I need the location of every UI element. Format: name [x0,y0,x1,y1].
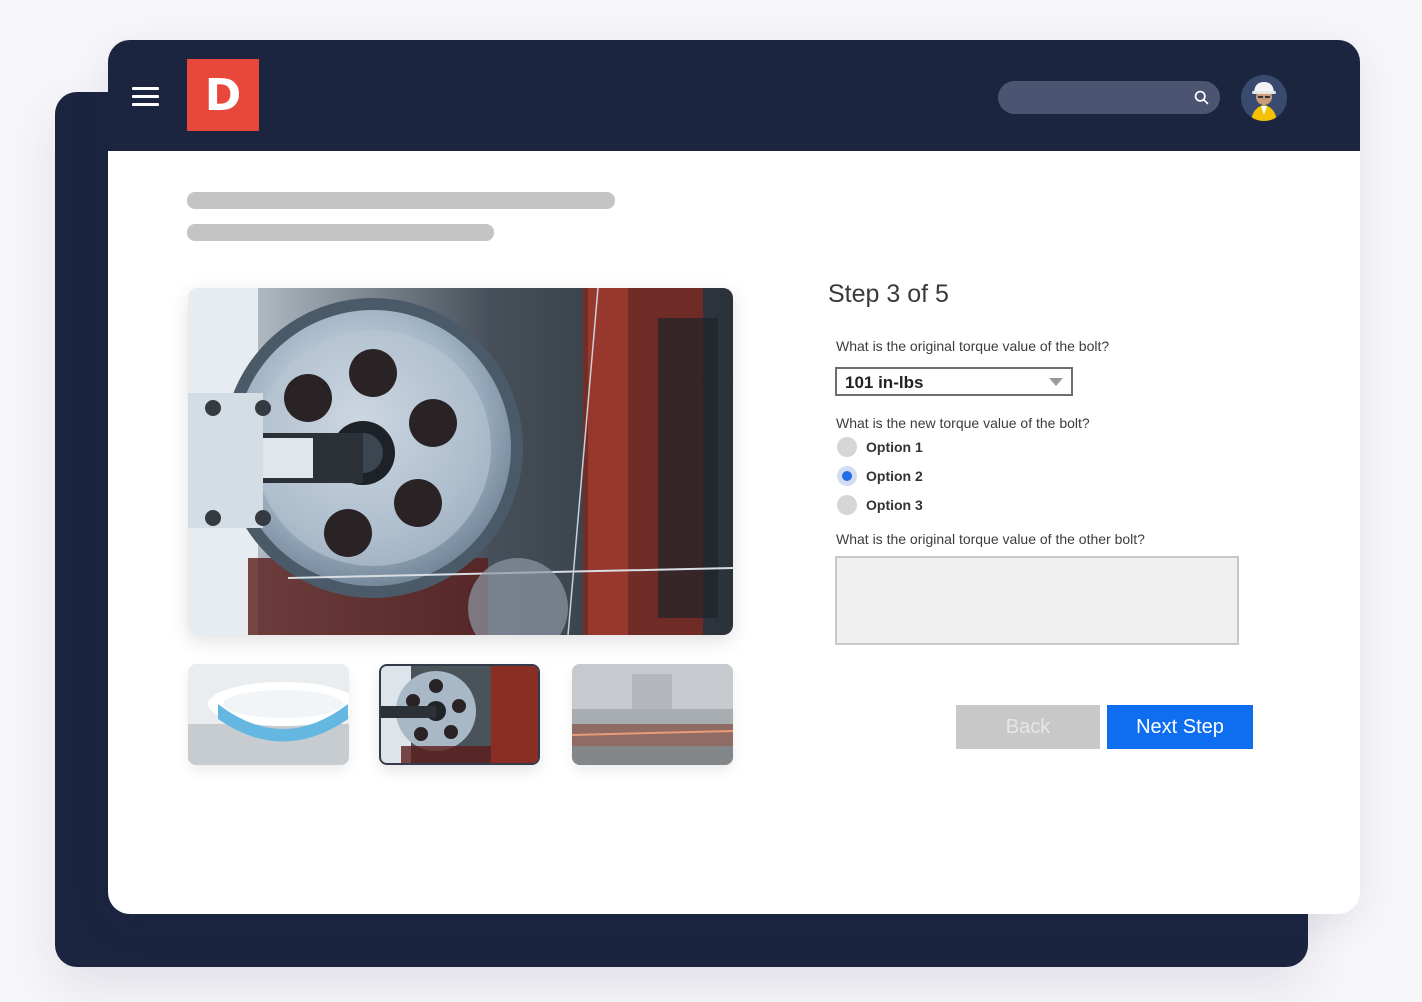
title-placeholder-line [187,192,615,209]
back-button[interactable]: Back [956,705,1100,749]
radio-option-2[interactable]: Option 2 [837,465,923,487]
question-original-torque-label: What is the original torque value of the… [836,338,1110,354]
radio-button[interactable] [837,495,857,515]
logo-text: D [204,69,242,121]
radio-label: Option 3 [866,497,923,513]
radio-label: Option 2 [866,468,923,484]
top-bar: D [108,40,1360,151]
radio-label: Option 1 [866,439,923,455]
next-step-button[interactable]: Next Step [1107,705,1253,749]
question-new-torque-label: What is the new torque value of the bolt… [836,415,1090,431]
step-indicator: Step 3 of 5 [828,280,949,308]
radio-option-3[interactable]: Option 3 [837,494,923,516]
radio-button[interactable] [837,437,857,457]
logo[interactable]: D [187,59,259,131]
thumbnail-3[interactable] [572,664,733,765]
search-input[interactable] [998,81,1220,114]
select-value: 101 in-lbs [845,373,924,392]
avatar[interactable] [1241,75,1287,121]
question-other-bolt-label: What is the original torque value of the… [836,531,1145,547]
search-icon[interactable] [1193,89,1210,106]
original-torque-select[interactable]: 101 in-lbs [835,367,1073,396]
thumbnail-1[interactable] [188,664,349,765]
subtitle-placeholder-line [187,224,494,241]
radio-button-selected[interactable] [837,466,857,486]
thumbnail-2[interactable] [379,664,540,765]
chevron-down-icon [1049,378,1063,386]
app-window: D Step 3 of 5 What is the original torqu… [108,40,1360,914]
main-machine-image [188,288,733,635]
other-bolt-torque-textarea[interactable] [835,556,1239,645]
radio-option-1[interactable]: Option 1 [837,436,923,458]
menu-icon[interactable] [132,87,159,107]
